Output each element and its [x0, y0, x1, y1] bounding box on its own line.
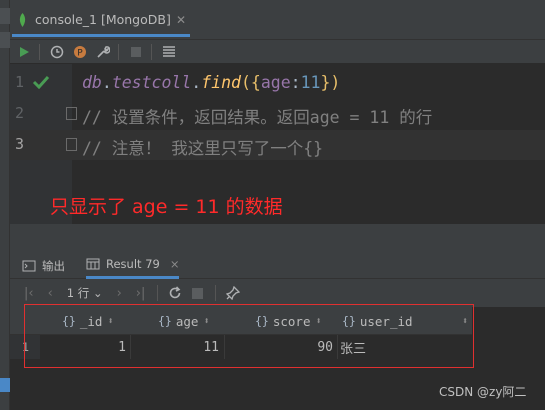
tab-console-1[interactable]: console_1 [MongoDB] ✕ — [12, 5, 190, 37]
output-layout-icon — [163, 45, 175, 57]
code-dot: . — [191, 73, 202, 92]
parameter-button[interactable]: P — [71, 43, 89, 61]
code-line-2[interactable]: 2 // 设置条件，返回结果。返回age = 11 的行 — [10, 99, 545, 129]
fold-marker-icon[interactable] — [66, 138, 77, 151]
code-function: find — [201, 73, 241, 92]
tab-result-label: Result 79 — [106, 257, 160, 271]
chevron-down-icon: ⌄ — [92, 286, 103, 300]
panel-divider — [10, 224, 545, 252]
code-paren: ( — [240, 73, 251, 92]
toolbar-separator — [39, 43, 40, 60]
toolbar-separator — [157, 285, 159, 301]
tab-output[interactable]: 输出 — [22, 252, 65, 279]
toolbar-separator — [215, 285, 217, 301]
parameter-icon: P — [74, 45, 86, 58]
tab-output-label: 输出 — [42, 258, 65, 273]
rows-selector-label: 1 行 — [66, 286, 90, 300]
refresh-icon[interactable] — [168, 286, 182, 300]
checkmark-icon — [32, 75, 50, 89]
line-number: 1 — [15, 73, 25, 91]
table-icon — [86, 258, 100, 270]
code-brace: { — [250, 73, 261, 92]
annotation-text: 只显示了 age = 11 的数据 — [50, 196, 283, 218]
code-collection: testcoll — [111, 73, 192, 92]
code-colon: : — [290, 73, 301, 92]
code-line-3[interactable]: 3 // 注意！ 我这里只写了一个{} — [10, 130, 545, 160]
stop-icon[interactable] — [192, 287, 204, 299]
previous-page-icon[interactable]: ‹ — [48, 286, 53, 301]
settings-icon — [97, 45, 110, 58]
code-key: age — [260, 73, 291, 92]
highlight-box — [24, 304, 474, 368]
code-var: db — [82, 73, 102, 92]
code-dot: . — [101, 73, 112, 92]
line-number: 3 — [15, 135, 25, 153]
tab-title: console_1 [MongoDB] — [35, 12, 171, 27]
history-button[interactable] — [48, 43, 66, 61]
close-icon[interactable]: ✕ — [176, 13, 186, 27]
bottom-panel-tabs: 输出 Result 79 × — [10, 252, 545, 279]
code-comment: // 设置条件，返回结果。返回age = 11 的行 — [82, 108, 433, 127]
settings-button[interactable] — [94, 43, 112, 61]
fold-marker-icon[interactable] — [66, 107, 77, 120]
stop-button[interactable] — [127, 43, 145, 61]
pin-icon[interactable] — [226, 286, 241, 300]
mongodb-leaf-icon — [19, 12, 26, 27]
next-page-icon[interactable]: › — [117, 286, 122, 301]
watermark: CSDN @zy阿二 — [439, 385, 527, 399]
rows-selector[interactable]: 1 行 ⌄ — [67, 285, 103, 301]
output-icon — [22, 260, 36, 271]
left-tool-strip — [0, 0, 10, 410]
run-icon — [20, 46, 29, 57]
code-paren: ) — [330, 73, 341, 92]
editor-tab-bar: console_1 [MongoDB] ✕ — [10, 0, 545, 40]
svg-text:P: P — [77, 48, 83, 58]
first-page-icon[interactable]: |‹ — [24, 286, 34, 301]
left-strip-active-marker — [0, 378, 10, 392]
code-number: 11 — [300, 73, 321, 92]
toolbar-separator — [151, 43, 152, 60]
left-strip-marker — [0, 8, 10, 24]
editor-toolbar: P — [10, 40, 545, 64]
last-page-icon[interactable]: ›| — [136, 286, 146, 301]
close-icon[interactable]: × — [170, 257, 180, 271]
toolbar-separator — [118, 43, 119, 60]
code-line-1[interactable]: 1 db.testcoll.find({age:11}) — [10, 68, 545, 98]
stop-icon — [131, 46, 141, 57]
code-comment: // 注意！ 我这里只写了一个{} — [82, 139, 324, 158]
code-text: db.testcoll.find({age:11}) — [82, 73, 340, 92]
left-strip-marker — [0, 32, 10, 48]
run-button[interactable] — [15, 43, 33, 61]
result-navigation-bar: |‹ ‹ 1 行 ⌄ › ›| — [10, 279, 545, 307]
history-icon — [50, 45, 64, 58]
code-brace: } — [320, 73, 331, 92]
tab-result-79[interactable]: Result 79 × — [86, 252, 180, 279]
output-layout-button[interactable] — [160, 43, 178, 61]
line-number: 2 — [15, 104, 25, 122]
